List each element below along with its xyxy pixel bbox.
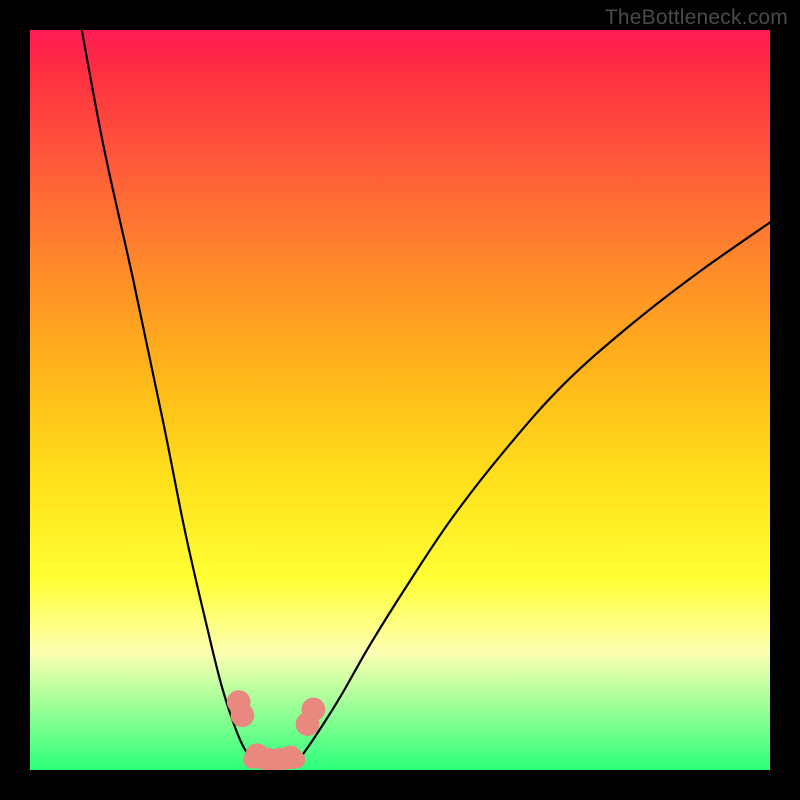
chart-overlay bbox=[30, 30, 770, 770]
watermark-text: TheBottleneck.com bbox=[605, 6, 788, 30]
curve-left-branch bbox=[82, 30, 263, 766]
curve-right-branch bbox=[289, 222, 770, 766]
left-lower-dot bbox=[231, 703, 255, 727]
chart-frame: TheBottleneck.com bbox=[0, 0, 800, 800]
plot-area bbox=[30, 30, 770, 770]
trough-dot-4 bbox=[279, 746, 303, 770]
right-lower-dot bbox=[296, 712, 320, 736]
